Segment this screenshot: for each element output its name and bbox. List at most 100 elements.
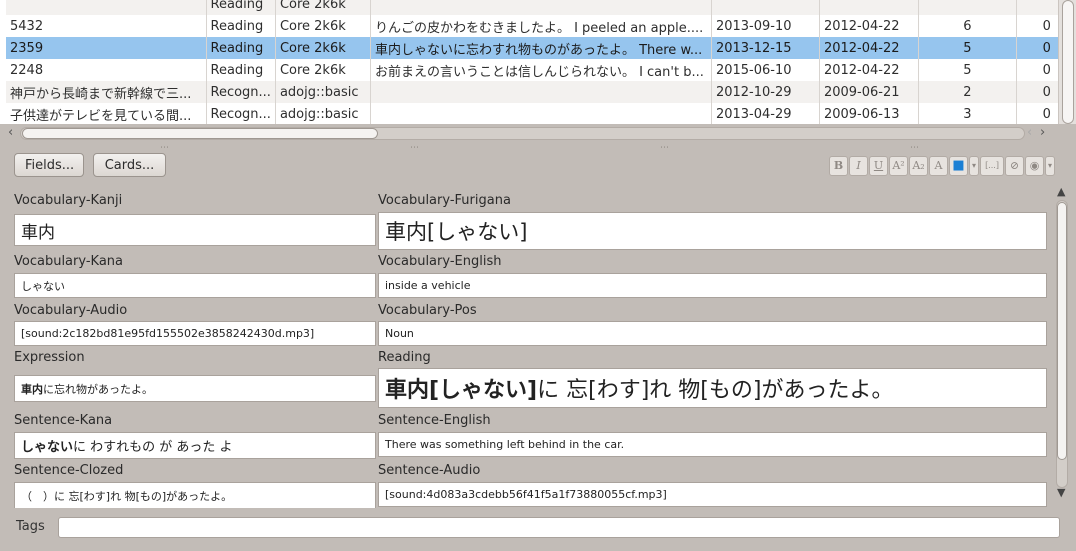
scroll-down-icon[interactable]: ▼ [1057, 486, 1065, 499]
table-cell-due: 2012-10-29 [711, 81, 820, 103]
note-fields-editor: Vocabulary-Kanji 車内 Vocabulary-Furigana … [10, 184, 1050, 508]
table-vertical-scroll-thumb[interactable] [1062, 0, 1074, 124]
hscroll-thumb[interactable] [22, 128, 378, 139]
table-cell-sentence [370, 0, 712, 15]
field-sentence-audio[interactable]: [sound:4d083a3cdebb56f41f5a1f73880055cf.… [378, 482, 1047, 507]
tags-input[interactable] [58, 517, 1060, 538]
table-row[interactable]: 2248 Reading Core 2k6k お前まえの言いうことは信しんじられない。… [6, 59, 1062, 81]
table-cell-due: 2013-04-29 [711, 103, 820, 124]
table-cell-type: Reading [206, 15, 276, 37]
underline-icon[interactable]: U [869, 156, 888, 176]
expression-text: に忘れ物があったよ。 [43, 382, 153, 396]
clear-format-icon[interactable]: A [929, 156, 948, 176]
scroll-left-end-icon[interactable]: ‹ [1027, 125, 1032, 141]
field-label-sentence-audio: Sentence-Audio [378, 463, 481, 478]
field-vocab-english[interactable]: inside a vehicle [378, 273, 1047, 298]
table-cell-reviews: 6 [918, 15, 1017, 37]
editor-vertical-scrollbar[interactable]: ▲ ▼ [1053, 184, 1071, 504]
scroll-right-icon[interactable]: › [1040, 125, 1045, 141]
table-cell-reviews [918, 0, 1017, 15]
field-sentence-clozed[interactable]: （ ）に 忘[わす]れ 物[もの]があったよ。 [14, 482, 376, 508]
table-cell-lapses: 0 [1016, 59, 1062, 81]
table-horizontal-scrollbar[interactable]: ‹ ‹ › [0, 124, 1076, 142]
bold-icon[interactable]: B [829, 156, 848, 176]
field-label-vocab-kana: Vocabulary-Kana [14, 254, 123, 269]
more-dropdown-icon[interactable]: ▾ [1045, 156, 1055, 176]
table-cell-sentence: お前まえの言いうことは信しんじられない。 I can't b... [370, 59, 712, 81]
sentence-kana-bold-text: しゃない [21, 440, 74, 455]
field-label-vocab-kanji: Vocabulary-Kanji [14, 193, 123, 208]
reading-text: に 忘[わす]れ 物[もの]があったよ。 [537, 378, 894, 403]
field-label-vocab-english: Vocabulary-English [378, 254, 502, 269]
field-vocab-kana[interactable]: しゃない [14, 273, 376, 298]
table-cell-lapses [1016, 0, 1062, 15]
reading-bold-text: 車内[しゃない] [385, 378, 538, 403]
table-cell-deck: Core 2k6k [275, 15, 371, 37]
field-vocab-pos[interactable]: Noun [378, 321, 1047, 346]
field-vocab-audio[interactable]: [sound:2c182bd81e95fd155502e3858242430d.… [14, 321, 376, 346]
table-cell-created [819, 0, 919, 15]
table-row[interactable]: 神戸から長崎まで新幹線で三... Recogn... adojg::basic 201… [6, 81, 1062, 103]
field-expression[interactable]: 車内 に忘れ物があったよ。 [14, 375, 376, 402]
table-cell-deck: Core 2k6k [275, 37, 371, 59]
table-cell-lapses: 0 [1016, 81, 1062, 103]
table-row[interactable]: 子供達がテレビを見ている間... Recogn... adojg::basic 201… [6, 103, 1062, 124]
table-cell-sentence: りんごの皮かわをむきましたよ。 I peeled an apple.... [370, 15, 712, 37]
italic-icon[interactable]: I [849, 156, 868, 176]
table-cell-reviews: 5 [918, 37, 1017, 59]
table-cell-due: 2013-09-10 [711, 15, 820, 37]
sentence-kana-text: に わすれもの が あった よ [73, 440, 233, 455]
record-icon[interactable]: ◉ [1025, 156, 1044, 176]
color-dropdown-icon[interactable]: ▾ [969, 156, 979, 176]
table-cell-id: 子供達がテレビを見ている間... [6, 103, 207, 124]
table-cell-id: 神戸から長崎まで新幹線で三... [6, 81, 207, 103]
cloze-icon[interactable]: [...] [980, 156, 1004, 176]
field-sentence-english[interactable]: There was something left behind in the c… [378, 432, 1047, 457]
splitter-grip-icon[interactable]: ⋯ [910, 143, 920, 153]
card-table[interactable]: Reading Core 2k6k 5432 Reading Core 2k6k りんごの… [6, 0, 1062, 124]
table-cell-type: Recogn... [206, 81, 276, 103]
field-label-sentence-clozed: Sentence-Clozed [14, 463, 124, 478]
text-color-icon[interactable]: ■ [949, 156, 968, 176]
subscript-icon[interactable]: A₂ [909, 156, 928, 176]
table-row[interactable]: 5432 Reading Core 2k6k りんごの皮かわをむきましたよ。 I pe… [6, 15, 1062, 37]
splitter-grip-icon[interactable]: ⋯ [410, 143, 420, 153]
table-cell-deck: Core 2k6k [275, 59, 371, 81]
table-cell-type: Reading [206, 0, 276, 15]
field-label-sentence-english: Sentence-English [378, 413, 491, 428]
table-cell-created: 2009-06-13 [819, 103, 919, 124]
table-cell-deck: Core 2k6k [275, 0, 371, 15]
table-cell-created: 2009-06-21 [819, 81, 919, 103]
table-cell-due: 2013-12-15 [711, 37, 820, 59]
table-cell-reviews: 3 [918, 103, 1017, 124]
field-sentence-kana[interactable]: しゃない に わすれもの が あった よ [14, 432, 376, 459]
table-cell-deck: adojg::basic [275, 81, 371, 103]
scroll-left-icon[interactable]: ‹ [8, 125, 13, 141]
table-cell-due [711, 0, 820, 15]
table-cell-sentence [370, 81, 712, 103]
expression-bold-text: 車内 [21, 382, 43, 396]
field-vocab-kanji[interactable]: 車内 [14, 214, 376, 246]
table-cell-due: 2015-06-10 [711, 59, 820, 81]
table-row[interactable]: 2359 Reading Core 2k6k 車内しゃないに忘わすれ物ものがあったよ。… [6, 37, 1062, 59]
superscript-icon[interactable]: A² [889, 156, 908, 176]
splitter-grip-icon[interactable]: ⋯ [660, 143, 670, 153]
table-vertical-scrollbar[interactable] [1058, 0, 1076, 124]
splitter-grip-icon[interactable]: ⋯ [160, 143, 170, 153]
card-list-table[interactable]: Reading Core 2k6k 5432 Reading Core 2k6k りんごの… [0, 0, 1076, 124]
table-cell-lapses: 0 [1016, 103, 1062, 124]
field-label-expression: Expression [14, 350, 85, 365]
table-row[interactable]: Reading Core 2k6k [6, 0, 1062, 15]
field-reading[interactable]: 車内[しゃない] に 忘[わす]れ 物[もの]があったよ。 [378, 368, 1047, 408]
attach-icon[interactable]: ⊘ [1005, 156, 1024, 176]
scroll-up-icon[interactable]: ▲ [1057, 185, 1065, 198]
fields-button[interactable]: Fields... [14, 153, 84, 177]
editor-vscroll-thumb[interactable] [1057, 202, 1067, 460]
table-cell-lapses: 0 [1016, 15, 1062, 37]
table-cell-id: 2359 [6, 37, 207, 59]
cards-button[interactable]: Cards... [93, 153, 166, 177]
field-vocab-furigana[interactable]: 車内[しゃない] [378, 212, 1047, 250]
table-cell-type: Recogn... [206, 103, 276, 124]
table-cell-reviews: 2 [918, 81, 1017, 103]
field-label-vocab-pos: Vocabulary-Pos [378, 303, 477, 318]
